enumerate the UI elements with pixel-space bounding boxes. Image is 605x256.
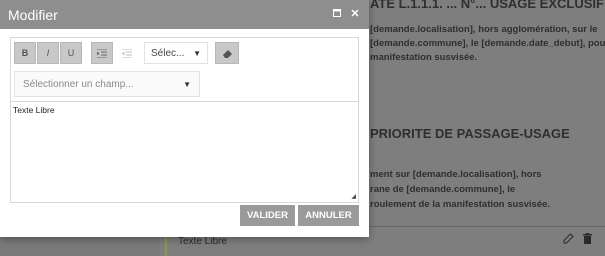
field-select-placeholder: Sélectionner un champ... (23, 78, 134, 90)
modify-dialog: Modifier B I U Sélec... ▼ Sélectionner u… (0, 0, 369, 237)
editor-text: Texte Libre (13, 105, 55, 115)
eraser-icon (222, 49, 232, 58)
rich-text-editor: B I U Sélec... ▼ Sélectionner un champ..… (10, 37, 359, 203)
validate-button[interactable]: VALIDER (240, 205, 295, 226)
doc-para-2-line-2: rane de [demande.commune], le (370, 184, 516, 195)
doc-heading-2: PRIORITE DE PASSAGE-USAGE (370, 126, 570, 141)
style-select-value: Sélec... (151, 47, 185, 59)
maximize-icon[interactable] (331, 6, 343, 20)
doc-para-2-line-1: ment sur [demande.localisation], hors (370, 169, 542, 180)
doc-heading-1: ATE L.1.1.1. ... N°... USAGE EXCLUSIF (370, 0, 604, 11)
chevron-down-icon: ▼ (183, 80, 191, 89)
editor-content-area[interactable]: Texte Libre ◢ (11, 102, 358, 202)
doc-para-1-line-3: manifestation susvisée. (370, 52, 478, 63)
resize-handle-icon[interactable]: ◢ (351, 193, 356, 200)
doc-para-1-line-1: [demande.localisation], hors agglomérati… (370, 24, 598, 35)
outdent-button[interactable] (116, 42, 138, 64)
trash-icon[interactable] (583, 233, 592, 247)
chevron-down-icon: ▼ (193, 49, 201, 58)
clear-format-button[interactable] (215, 42, 239, 64)
field-select[interactable]: Sélectionner un champ... ▼ (14, 71, 200, 97)
editor-toolbar: B I U Sélec... ▼ Sélectionner un champ..… (11, 38, 358, 102)
indent-button[interactable] (91, 42, 113, 64)
cancel-button[interactable]: ANNULER (298, 205, 359, 226)
outdent-icon (122, 48, 132, 58)
doc-para-2-line-3: roulement de la manifestation susvisée. (370, 199, 551, 210)
dialog-header: Modifier (0, 0, 369, 29)
close-icon[interactable] (349, 6, 361, 20)
indent-icon (97, 48, 107, 58)
doc-para-1-line-2: [demande.commune], le [demande.date_debu… (370, 38, 605, 49)
doc-block-label: Texte Libre (178, 236, 227, 247)
format-button-group: B I U (14, 42, 82, 64)
dialog-title: Modifier (8, 6, 58, 23)
style-select[interactable]: Sélec... ▼ (144, 42, 208, 64)
underline-button[interactable]: U (60, 42, 82, 64)
bold-button[interactable]: B (14, 42, 36, 64)
edit-icon[interactable] (563, 233, 574, 247)
italic-button[interactable]: I (37, 42, 59, 64)
